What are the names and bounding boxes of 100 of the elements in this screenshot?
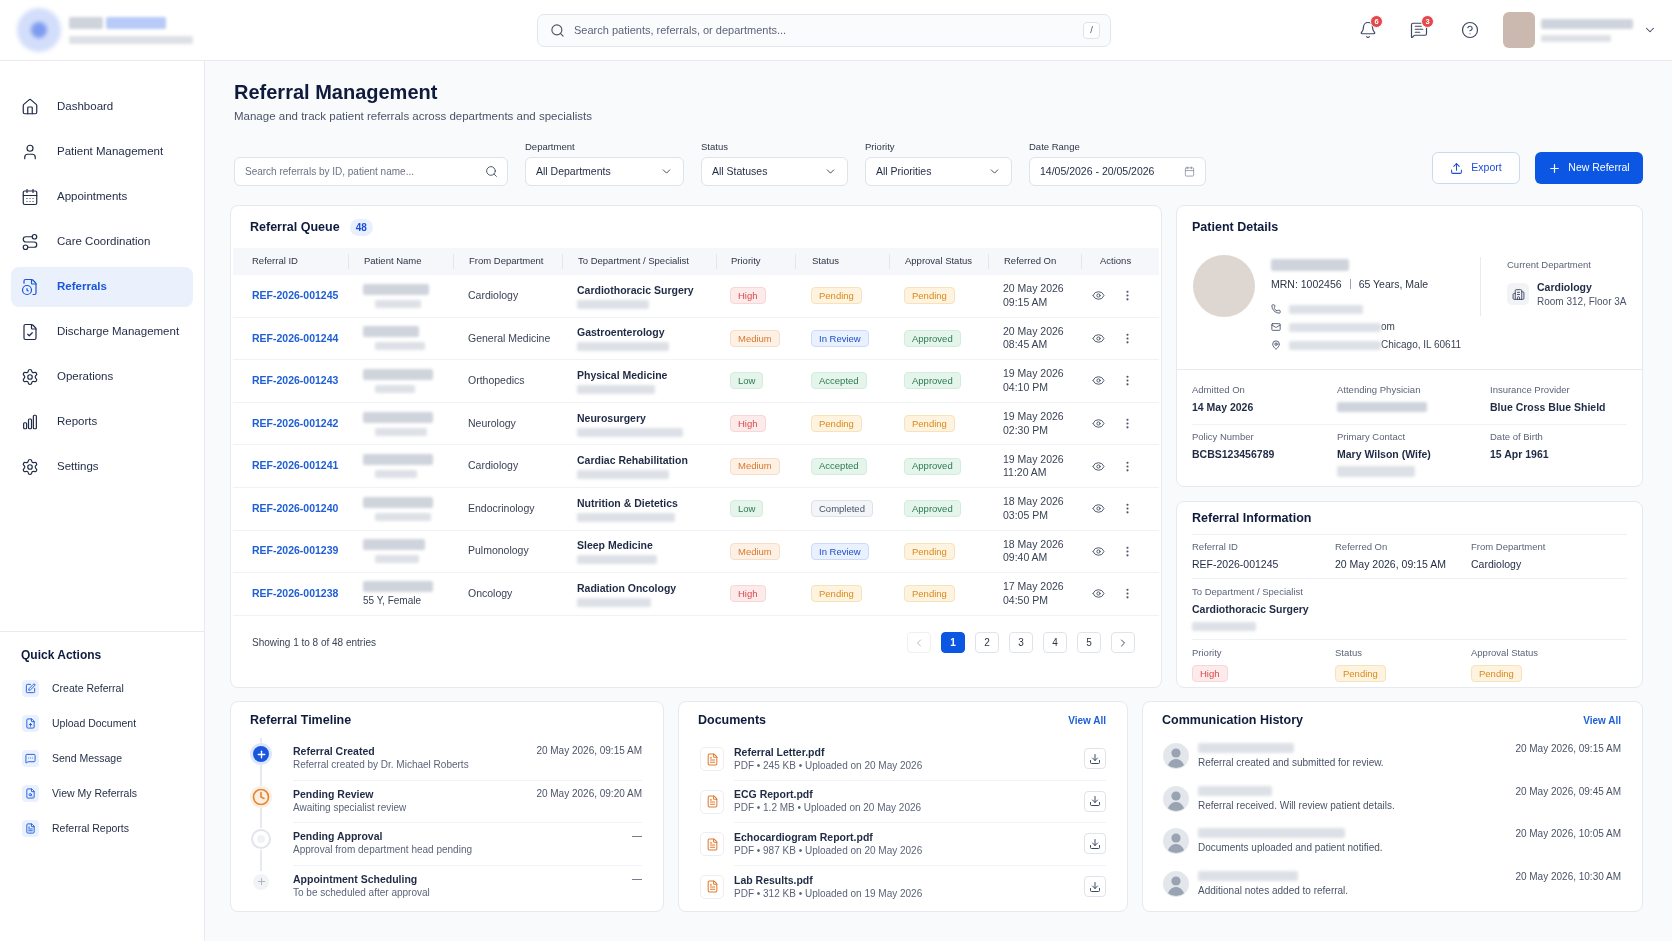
blurred-text [363, 580, 433, 592]
page-button[interactable]: 1 [941, 632, 965, 654]
status-badge: Pending [811, 415, 862, 433]
step-time: — [632, 829, 642, 843]
field-value: Blue Cross Blue Shield [1490, 400, 1606, 414]
page-button[interactable]: 3 [1009, 632, 1033, 654]
search-field[interactable]: Search patients, referrals, or departments... / [537, 13, 1111, 47]
specialty-name: Nutrition & Dietetics [577, 495, 678, 510]
download-button[interactable] [1084, 790, 1106, 812]
card-title: Patient Details [1192, 218, 1279, 236]
pdf-file-icon [700, 747, 724, 772]
status-badge: Pending [811, 585, 862, 603]
file-name: Echocardiogram Report.pdf [734, 829, 873, 844]
status-badge: Pending [811, 287, 862, 305]
file-upload-icon [22, 715, 39, 732]
plus-icon [1548, 161, 1562, 175]
view-icon[interactable] [1092, 374, 1105, 388]
view-icon[interactable] [1092, 417, 1105, 431]
table-cell-text: Cardiology [468, 458, 519, 474]
download-button[interactable] [1084, 833, 1106, 855]
help-icon[interactable] [1461, 21, 1479, 39]
referral-id-link[interactable]: REF-2026-001244 [252, 330, 339, 347]
blurred-text [363, 454, 433, 466]
sidebar-item[interactable]: Settings [11, 447, 193, 487]
sidebar-item[interactable]: Patient Management [11, 132, 193, 172]
quick-action-item[interactable]: View My Referrals [21, 776, 137, 811]
route-icon [21, 233, 39, 251]
phone-icon [1271, 304, 1281, 314]
quick-action-item[interactable]: Referral Reports [21, 811, 130, 846]
age-sex-text: 65 Years, Male [1358, 277, 1429, 291]
message-icon[interactable] [1410, 21, 1428, 39]
referral-id-link[interactable]: REF-2026-001243 [252, 373, 339, 389]
sidebar-item[interactable]: Care Coordination [11, 222, 193, 262]
approval-badge: Pending [904, 542, 955, 560]
page-button[interactable]: 2 [975, 632, 999, 654]
field-value: 15 Apr 1961 [1490, 447, 1549, 461]
view-icon[interactable] [1092, 587, 1105, 601]
document-clock-icon [21, 278, 39, 296]
referral-id-link[interactable]: REF-2026-001245 [252, 287, 339, 304]
sidebar-item[interactable]: Dashboard [11, 87, 193, 127]
view-icon[interactable] [1092, 544, 1105, 558]
page-title: Referral Management [234, 80, 438, 105]
building-icon [1507, 283, 1529, 305]
search-field[interactable]: Search referrals by ID, patient name... [234, 157, 508, 186]
sidebar-item[interactable]: Operations [11, 357, 193, 397]
referral-id-link[interactable]: REF-2026-001240 [252, 500, 339, 517]
avatar-icon [1163, 870, 1189, 897]
export-button[interactable]: Export [1432, 152, 1520, 184]
dropdown[interactable]: All Priorities [865, 157, 1012, 186]
new-referral-button[interactable]: New Referral [1535, 152, 1643, 184]
referral-id-link[interactable]: REF-2026-001239 [252, 543, 339, 560]
step-description: Referral created by Dr. Michael Roberts [293, 758, 469, 772]
priority-badge: Medium [730, 457, 780, 475]
email-text: om [1381, 320, 1395, 334]
column-header: Referred On [1004, 254, 1057, 269]
page-button[interactable]: 5 [1077, 632, 1101, 654]
sidebar-item[interactable]: Referrals [11, 267, 193, 307]
quick-action-item[interactable]: Upload Document [21, 706, 137, 741]
referral-id-link[interactable]: REF-2026-001238 [252, 586, 339, 602]
bell-icon[interactable] [1359, 21, 1377, 39]
view-icon[interactable] [1092, 331, 1105, 345]
field-label: From Department [1471, 541, 1546, 553]
view-all-link[interactable]: View All [1068, 712, 1106, 728]
home-icon [21, 98, 39, 116]
view-icon[interactable] [1092, 502, 1105, 516]
blurred-text [375, 427, 427, 436]
priority-badge: High [730, 585, 766, 603]
status-badge: Pending [1335, 665, 1386, 682]
view-icon[interactable] [1092, 459, 1105, 473]
quick-action-item[interactable]: Create Referral [21, 671, 124, 706]
view-all-link[interactable]: View All [1583, 712, 1621, 728]
location-pin-icon [1271, 340, 1281, 350]
plus-icon [253, 873, 269, 890]
field-label: Referral ID [1192, 541, 1238, 553]
dropdown[interactable]: All Departments [525, 157, 684, 186]
download-icon [1089, 795, 1101, 808]
date-text: 19 May 2026 [1003, 410, 1064, 424]
download-button[interactable] [1084, 876, 1106, 898]
page-button[interactable]: 4 [1043, 632, 1067, 654]
blurred-text [363, 496, 433, 508]
dropdown[interactable]: All Statuses [701, 157, 848, 186]
sidebar-item[interactable]: Appointments [11, 177, 193, 217]
mrn-text: MRN: 1002456 [1271, 277, 1342, 291]
specialty-name: Radiation Oncology [577, 580, 677, 595]
pdf-file-icon [700, 789, 724, 814]
referral-id-link[interactable]: REF-2026-001242 [252, 415, 339, 432]
date-text: 19 May 2026 [1003, 367, 1064, 381]
time-text: 08:45 AM [1003, 338, 1048, 352]
approval-badge: Approved [904, 457, 961, 475]
field-value: 14 May 2026 [1192, 400, 1254, 414]
download-button[interactable] [1084, 748, 1106, 770]
sidebar-item[interactable]: Reports [11, 402, 193, 442]
view-icon[interactable] [1092, 289, 1105, 303]
specialty-name: Gastroenterology [577, 325, 665, 340]
referral-id-link[interactable]: REF-2026-001241 [252, 458, 339, 475]
sidebar-item[interactable]: Discharge Management [11, 312, 193, 352]
date-range-field[interactable]: 14/05/2026 - 20/05/2026 [1029, 157, 1206, 186]
quick-action-item[interactable]: Send Message [21, 741, 123, 776]
document-check-icon [21, 323, 39, 341]
search-icon [485, 165, 498, 178]
